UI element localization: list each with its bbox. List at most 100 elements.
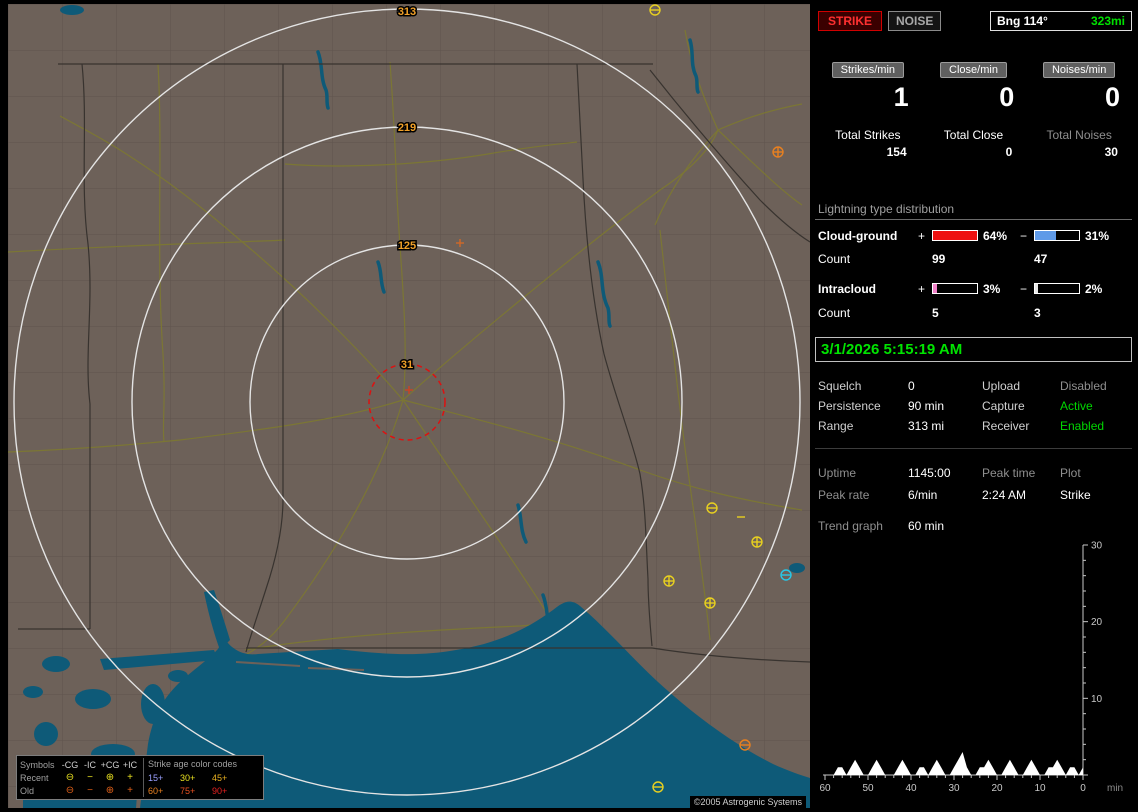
strike-symbol-plus-cg bbox=[751, 536, 763, 548]
datetime-display: 3/1/2026 5:15:19 AM bbox=[815, 337, 1132, 362]
map-legend: Symbols -CG -IC +CG +IC Recent ⊖ − ⊕ + O… bbox=[16, 755, 264, 800]
intracloud-row: Intracloud + 3% − 2% bbox=[815, 281, 1132, 296]
age-code-90: 90+ bbox=[212, 785, 228, 796]
ic-minus-bar bbox=[1034, 283, 1080, 294]
plus-sign: + bbox=[918, 281, 926, 296]
ic-minus-pct: 2% bbox=[1085, 281, 1103, 296]
totals-values-row: 154 0 30 bbox=[815, 145, 1132, 160]
svg-text:min: min bbox=[1107, 783, 1123, 794]
svg-text:50: 50 bbox=[862, 783, 874, 794]
intracloud-count-row: Count 5 3 bbox=[815, 305, 1132, 320]
legend-type-cg-minus: -CG bbox=[61, 759, 79, 770]
total-noises-value: 30 bbox=[1104, 145, 1118, 159]
strike-symbol-plus-cg bbox=[772, 146, 784, 158]
trend-label-row: Trend graph 60 min bbox=[815, 517, 1132, 535]
legend-recent-label: Recent bbox=[20, 772, 49, 783]
peak-time-value: 2:24 AM bbox=[982, 488, 1027, 502]
total-strikes-label: Total Strikes bbox=[835, 128, 901, 142]
peak-rate-label: Peak rate bbox=[818, 488, 870, 502]
upload-label: Upload bbox=[982, 379, 1021, 393]
close-per-min-value: 0 bbox=[999, 82, 1015, 112]
ic-minus-old-icon: − bbox=[87, 784, 93, 796]
bearing-range: 323mi bbox=[1090, 14, 1125, 28]
cg-plus-count: 99 bbox=[932, 251, 946, 266]
strikes-per-min-value: 1 bbox=[893, 82, 909, 112]
uptime-label: Uptime bbox=[818, 466, 857, 480]
strike-button[interactable]: STRIKE bbox=[818, 11, 883, 31]
total-close-value: 0 bbox=[1005, 145, 1013, 159]
cg-minus-bar bbox=[1034, 230, 1080, 241]
capture-status: Active bbox=[1060, 399, 1093, 413]
cg-plus-old-icon: ⊕ bbox=[105, 784, 115, 796]
status-panel: STRIKE NOISE Bng 114° 323mi Strikes/min … bbox=[815, 0, 1132, 795]
cloud-ground-row: Cloud-ground + 64% − 31% bbox=[815, 228, 1132, 243]
svg-text:40: 40 bbox=[905, 783, 917, 794]
ic-minus-recent-icon: − bbox=[87, 771, 93, 783]
mode-row: STRIKE NOISE Bng 114° 323mi bbox=[815, 10, 1132, 32]
ic-plus-old-icon: + bbox=[127, 784, 133, 796]
divider bbox=[815, 448, 1132, 449]
cg-minus-recent-icon: ⊖ bbox=[65, 771, 75, 783]
plot-label: Plot bbox=[1060, 466, 1081, 480]
cg-plus-pct: 64% bbox=[983, 228, 1008, 243]
age-code-75: 75+ bbox=[180, 785, 196, 796]
trend-graph-window: 60 min bbox=[908, 519, 945, 533]
totals-labels-row: Total Strikes Total Close Total Noises bbox=[815, 128, 1132, 143]
status-grid: Uptime 1145:00 Peak time Plot Peak rate … bbox=[815, 462, 1132, 506]
legend-type-ic-plus: +IC bbox=[122, 759, 138, 770]
strikes-per-min-chip[interactable]: Strikes/min bbox=[831, 62, 905, 78]
legend-symbols-section: Symbols -CG -IC +CG +IC Recent ⊖ − ⊕ + O… bbox=[20, 758, 140, 797]
bearing-value: Bng 114° bbox=[997, 14, 1048, 28]
age-code-30: 30+ bbox=[180, 772, 196, 783]
peak-time-label: Peak time bbox=[982, 466, 1036, 480]
minus-sign: − bbox=[1020, 228, 1028, 243]
ring-label-125: 125 bbox=[398, 240, 416, 252]
strike-map[interactable]: 313 219 125 31 bbox=[8, 4, 810, 808]
capture-label: Capture bbox=[982, 399, 1025, 413]
cloud-ground-label: Cloud-ground bbox=[818, 228, 898, 243]
strike-symbol-plus-cg bbox=[704, 597, 716, 609]
ic-plus-count: 5 bbox=[932, 305, 939, 320]
legend-type-cg-plus: +CG bbox=[100, 759, 120, 770]
cloud-ground-count-row: Count 99 47 bbox=[815, 251, 1132, 266]
strike-symbol-plus-cg bbox=[663, 575, 675, 587]
close-per-min-chip[interactable]: Close/min bbox=[940, 62, 1007, 78]
ring-label-313: 313 bbox=[398, 6, 416, 18]
svg-text:20: 20 bbox=[991, 783, 1003, 794]
persistence-value: 90 min bbox=[908, 399, 945, 413]
plus-sign: + bbox=[918, 228, 926, 243]
cg-minus-count: 47 bbox=[1034, 251, 1048, 266]
squelch-value: 0 bbox=[908, 379, 915, 393]
noise-button[interactable]: NOISE bbox=[888, 11, 942, 31]
settings-grid: Squelch 0 Upload Disabled Persistence 90… bbox=[815, 376, 1132, 436]
legend-old-label: Old bbox=[20, 785, 35, 796]
svg-text:60: 60 bbox=[819, 783, 831, 794]
total-strikes-value: 154 bbox=[886, 145, 907, 159]
bearing-display: Bng 114° 323mi bbox=[990, 11, 1132, 31]
receiver-status: Enabled bbox=[1060, 419, 1105, 433]
cg-count-label: Count bbox=[818, 251, 851, 266]
ic-minus-count: 3 bbox=[1034, 305, 1041, 320]
minus-sign: − bbox=[1020, 281, 1028, 296]
ring-label-31: 31 bbox=[401, 359, 413, 371]
peak-rate-value: 6/min bbox=[908, 488, 938, 502]
ic-count-label: Count bbox=[818, 305, 851, 320]
trend-chart: 60 50 40 30 20 10 0 min 10 20 30 bbox=[819, 541, 1123, 795]
cg-plus-recent-icon: ⊕ bbox=[105, 771, 115, 783]
cg-plus-bar bbox=[932, 230, 978, 241]
legend-age-section: Strike age color codes 15+ 30+ 45+ 60+ 7… bbox=[143, 758, 260, 797]
svg-text:20: 20 bbox=[1091, 617, 1103, 628]
age-code-15: 15+ bbox=[148, 772, 164, 783]
svg-text:10: 10 bbox=[1091, 694, 1103, 705]
legend-symbols-header: Symbols bbox=[20, 759, 55, 770]
svg-text:0: 0 bbox=[1080, 783, 1086, 794]
svg-text:10: 10 bbox=[1034, 783, 1046, 794]
uptime-value: 1145:00 bbox=[908, 466, 951, 480]
svg-text:30: 30 bbox=[948, 783, 960, 794]
noises-per-min-chip[interactable]: Noises/min bbox=[1042, 62, 1116, 78]
range-value: 313 mi bbox=[908, 419, 945, 433]
ring-label-219: 219 bbox=[398, 122, 416, 134]
cg-minus-old-icon: ⊖ bbox=[65, 784, 75, 796]
total-noises-label: Total Noises bbox=[1046, 128, 1112, 142]
squelch-label: Squelch bbox=[818, 379, 862, 393]
